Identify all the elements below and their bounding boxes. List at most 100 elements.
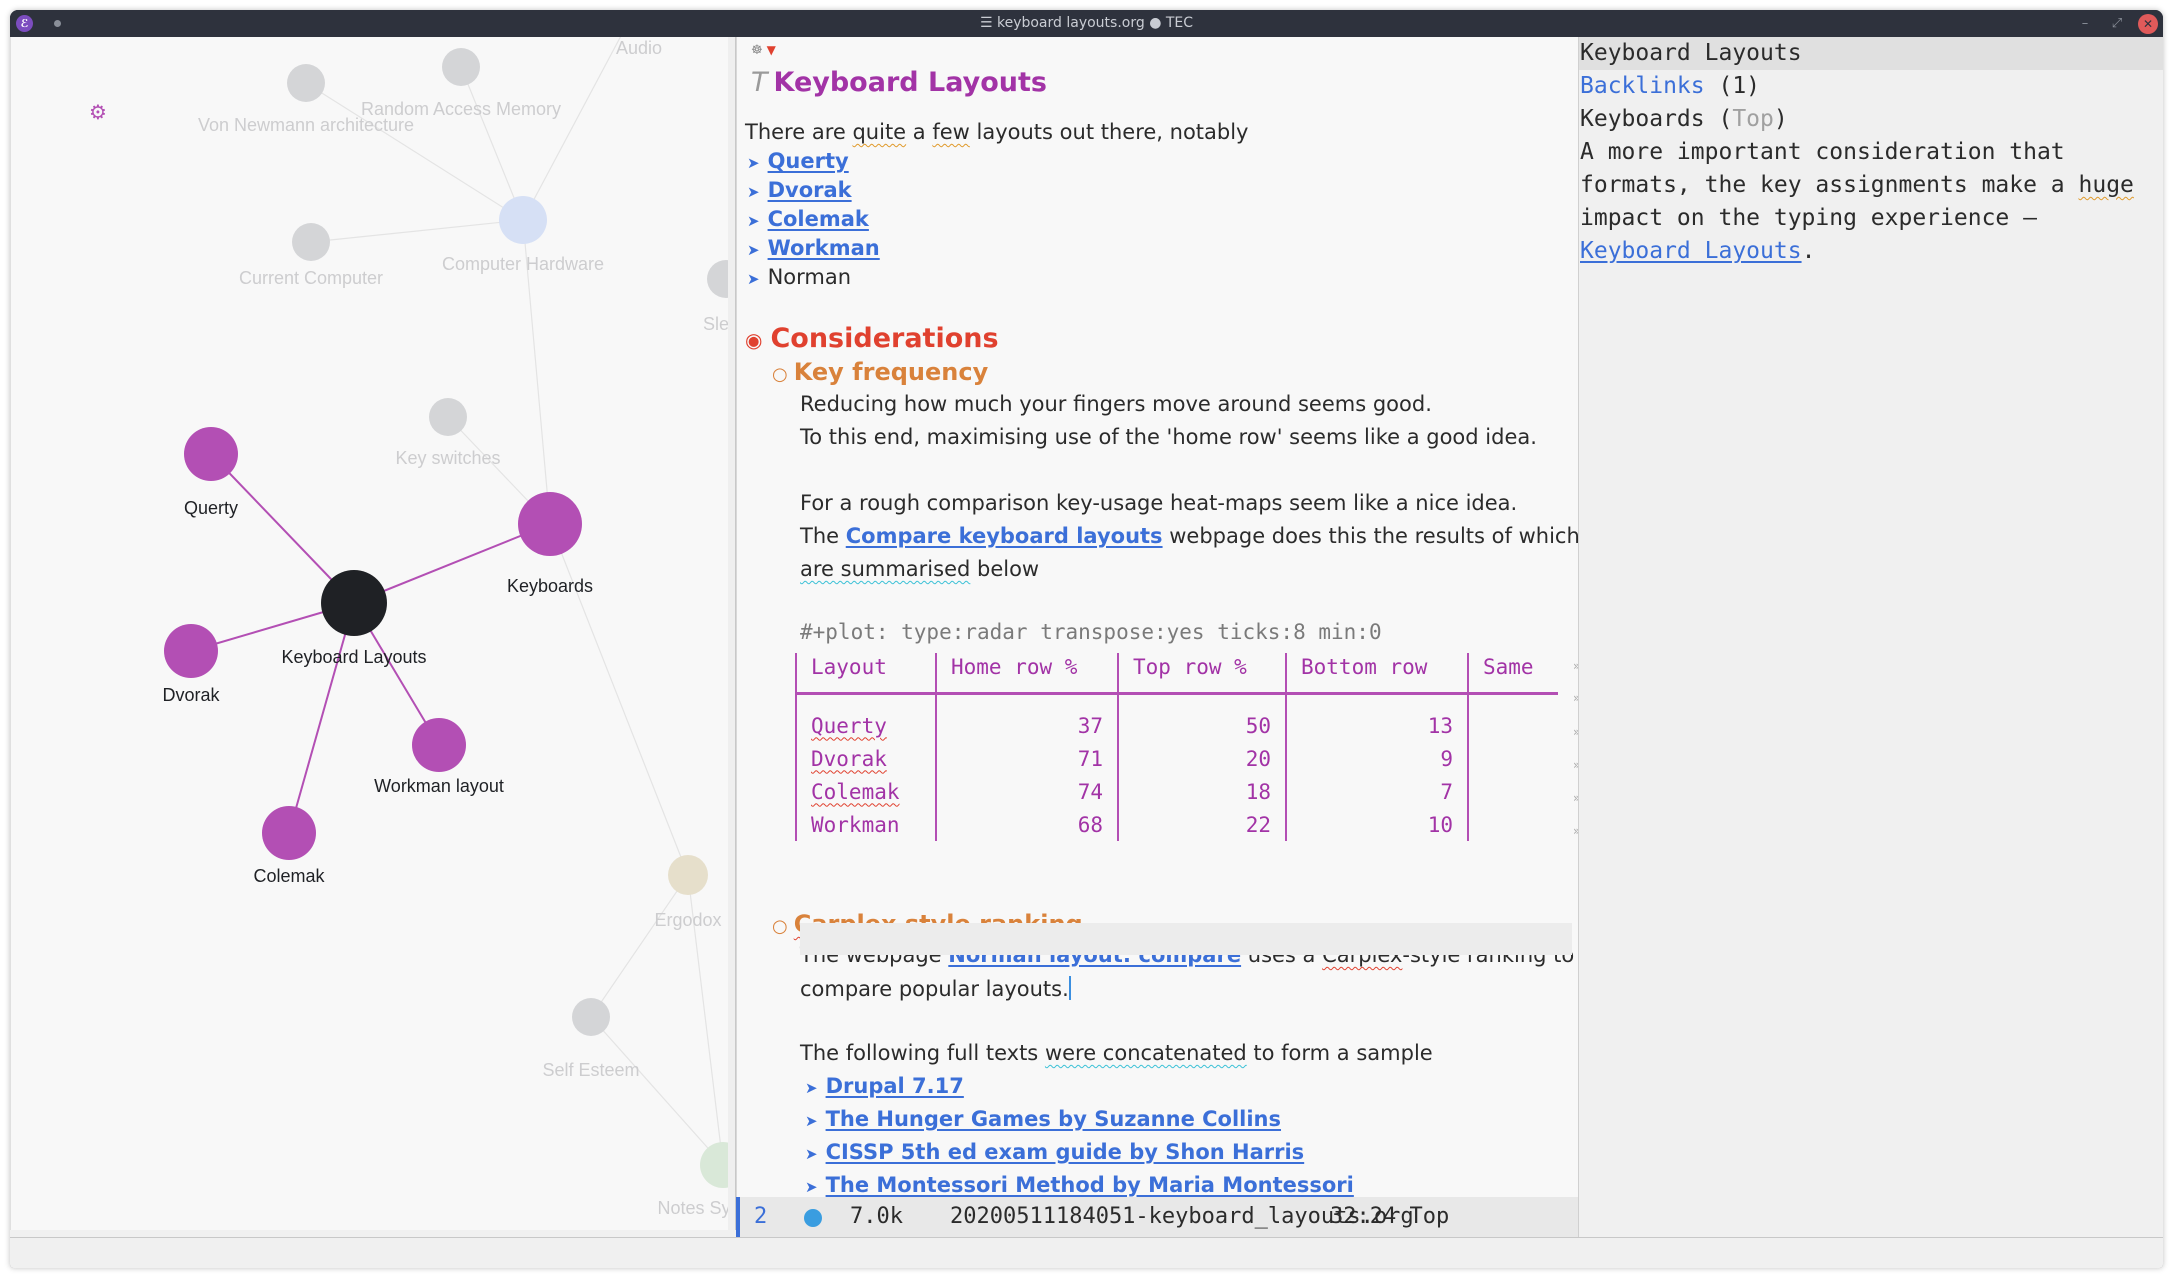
text: formats, the key assignments make a — [1580, 172, 2079, 198]
sample-text-link[interactable]: CISSP 5th ed exam guide by Shon Harris — [826, 1140, 1305, 1164]
backlink-source-title[interactable]: Keyboards — [1580, 106, 1705, 132]
sample-list-item: ➤ The Montessori Method by Maria Montesso… — [805, 1173, 1354, 1197]
table-row: Dvorak 71 20 9 — [795, 742, 1558, 775]
graph-node-computer-hardware[interactable] — [499, 196, 547, 244]
graph-node-current-computer[interactable] — [292, 223, 330, 261]
property-gear-icon[interactable]: ☸ — [751, 43, 763, 58]
mode-line[interactable]: 2 7.0k 20200511184051-keyboard_layouts.o… — [736, 1197, 1578, 1237]
list-bullet-arrow-icon: ➤ — [805, 1178, 818, 1196]
layout-link[interactable]: Colemak — [768, 207, 869, 231]
graph-node-label[interactable]: Audio — [616, 38, 662, 58]
text: webpage does this the results of which — [1162, 524, 1578, 548]
layout-link[interactable]: Dvorak — [768, 178, 852, 202]
graph-node-self-esteem[interactable] — [572, 998, 610, 1036]
plot-directive: #+plot: type:radar transpose:yes ticks:8… — [800, 620, 1382, 644]
sample-text-link[interactable]: The Hunger Games by Suzanne Collins — [826, 1107, 1281, 1131]
fold-triangle-icon[interactable]: ▼ — [767, 43, 776, 57]
table-cell: 22 — [1117, 808, 1287, 841]
paragraph-line: The Compare keyboard layouts webpage doe… — [800, 524, 1578, 548]
graph-node-label[interactable]: Random Access Memory — [361, 99, 561, 119]
backlink-source[interactable]: Keyboards (Top) — [1580, 106, 1788, 132]
graph-node-label[interactable]: Current Computer — [239, 268, 383, 288]
layout-name: Querty — [811, 713, 887, 738]
paragraph-line-current[interactable]: compare popular layouts. — [800, 976, 1071, 1001]
graph-node-label[interactable]: Computer Hardware — [442, 254, 604, 274]
table-header-row: Layout Home row % Top row % Bottom row S… — [795, 653, 1558, 695]
graph-node-label[interactable]: Ergodox — [654, 910, 721, 930]
graph-canvas[interactable]: Von Newmann architectureRandom Access Me… — [11, 37, 729, 1230]
graph-node-label[interactable]: Workman layout — [374, 776, 504, 796]
graph-node-label[interactable]: Colemak — [253, 866, 325, 886]
table-row: Querty 37 50 13 — [795, 709, 1558, 742]
graph-node-label[interactable]: Notes Sy — [657, 1198, 729, 1218]
graph-node-colemak[interactable] — [262, 806, 316, 860]
graph-node-label[interactable]: Dvorak — [162, 685, 220, 705]
list-bullet-arrow-icon: ➤ — [805, 1112, 818, 1130]
text: The following full texts — [800, 1041, 1045, 1065]
keyboard-layouts-backlink[interactable]: Keyboard Layouts — [1580, 238, 1802, 264]
graph-node-ram[interactable] — [442, 48, 480, 86]
table-cell-layout[interactable]: Workman — [795, 808, 937, 841]
grammar-flagged-word: were concatenated — [1044, 1041, 1247, 1065]
layout-stats-table[interactable]: Layout Home row % Top row % Bottom row S… — [795, 653, 1558, 841]
paragraph-line: Reducing how much your fingers move arou… — [800, 392, 1432, 416]
maximize-button[interactable]: ⤢ — [2107, 14, 2127, 34]
table-cell — [1467, 693, 1558, 709]
graph-node-label[interactable]: Self Esteem — [542, 1060, 639, 1080]
minimize-button[interactable]: – — [2075, 14, 2095, 34]
table-cell-layout[interactable]: Querty — [795, 709, 937, 742]
graph-settings-icon[interactable]: ⚙ — [87, 101, 109, 123]
heading-text: Key frequency — [793, 358, 989, 386]
graph-node-label[interactable]: Sle — [703, 314, 729, 334]
heading-considerations[interactable]: ◉ Considerations — [745, 323, 999, 354]
table-cell: 71 — [935, 742, 1119, 775]
cursor-position: 32:24 Top — [1330, 1204, 1450, 1229]
graph-node-von-newmann[interactable] — [287, 64, 325, 102]
heading-key-frequency[interactable]: ○ Key frequency — [772, 358, 988, 386]
window-content: Von Newmann architecture Random Access Me… — [10, 37, 2163, 1268]
sample-text-link[interactable]: Drupal 7.17 — [826, 1074, 964, 1098]
backlinks-heading: Backlinks (1) — [1580, 73, 1760, 99]
graph-node-dvorak[interactable] — [164, 624, 218, 678]
graph-node-label[interactable]: Keyboards — [507, 576, 593, 596]
paragraph-line: For a rough comparison key-usage heat-ma… — [800, 491, 1518, 515]
backlinks-label[interactable]: Backlinks — [1580, 73, 1705, 99]
layout-link[interactable]: Querty — [768, 149, 849, 173]
paragraph-line: The following full texts were concatenat… — [800, 1041, 1433, 1065]
graph-divider[interactable] — [728, 37, 736, 1230]
graph-node-label[interactable]: Querty — [184, 498, 238, 518]
compare-keyboard-layouts-link[interactable]: Compare keyboard layouts — [846, 524, 1163, 548]
table-header: Same — [1467, 653, 1558, 695]
table-cell-layout[interactable]: Dvorak — [795, 742, 937, 775]
table-cell: 68 — [935, 808, 1119, 841]
graph-node-key-switches[interactable] — [429, 398, 467, 436]
subheading-bullet-icon[interactable]: ○ — [772, 364, 788, 385]
layout-link[interactable]: Workman — [768, 236, 880, 260]
org-roam-graph[interactable]: Von Newmann architecture Random Access Me… — [10, 37, 729, 1230]
graph-node-sle[interactable] — [707, 260, 729, 298]
layout-name: Workman — [811, 812, 900, 837]
org-document-pane[interactable]: ☸ ▼ T Keyboard Layouts There are quite a f… — [736, 37, 1578, 1230]
table-cell: 9 — [1285, 742, 1469, 775]
heading-bullet-icon[interactable]: ◉ — [745, 328, 762, 352]
table-row: Workman 68 22 10 — [795, 808, 1558, 841]
graph-node-querty[interactable] — [184, 427, 238, 481]
graph-edge-dim — [590, 874, 689, 1018]
graph-node-keyboard-layouts[interactable] — [321, 570, 387, 636]
table-header: Bottom row — [1285, 653, 1469, 695]
echo-area[interactable] — [10, 1237, 2163, 1268]
layout-list-item: ➤ Norman — [747, 265, 851, 289]
graph-node-workman[interactable] — [412, 718, 466, 772]
org-roam-backlinks-pane[interactable]: Keyboard Layouts Backlinks (1) Keyboards… — [1578, 37, 2163, 1237]
graph-node-notes-sys[interactable] — [700, 1142, 729, 1188]
layout-label: Norman — [767, 265, 852, 289]
table-cell-layout[interactable]: Colemak — [795, 775, 937, 808]
close-button[interactable]: ✕ — [2138, 14, 2158, 34]
sample-text-link[interactable]: The Montessori Method by Maria Montessor… — [826, 1173, 1354, 1197]
graph-node-ergodox[interactable] — [668, 855, 708, 895]
backlinks-count: (1) — [1704, 73, 1761, 99]
graph-node-keyboards[interactable] — [518, 492, 582, 556]
graph-node-label[interactable]: Keyboard Layouts — [281, 647, 426, 667]
subheading-bullet-icon[interactable]: ○ — [772, 916, 788, 937]
graph-node-label[interactable]: Key switches — [395, 448, 500, 468]
